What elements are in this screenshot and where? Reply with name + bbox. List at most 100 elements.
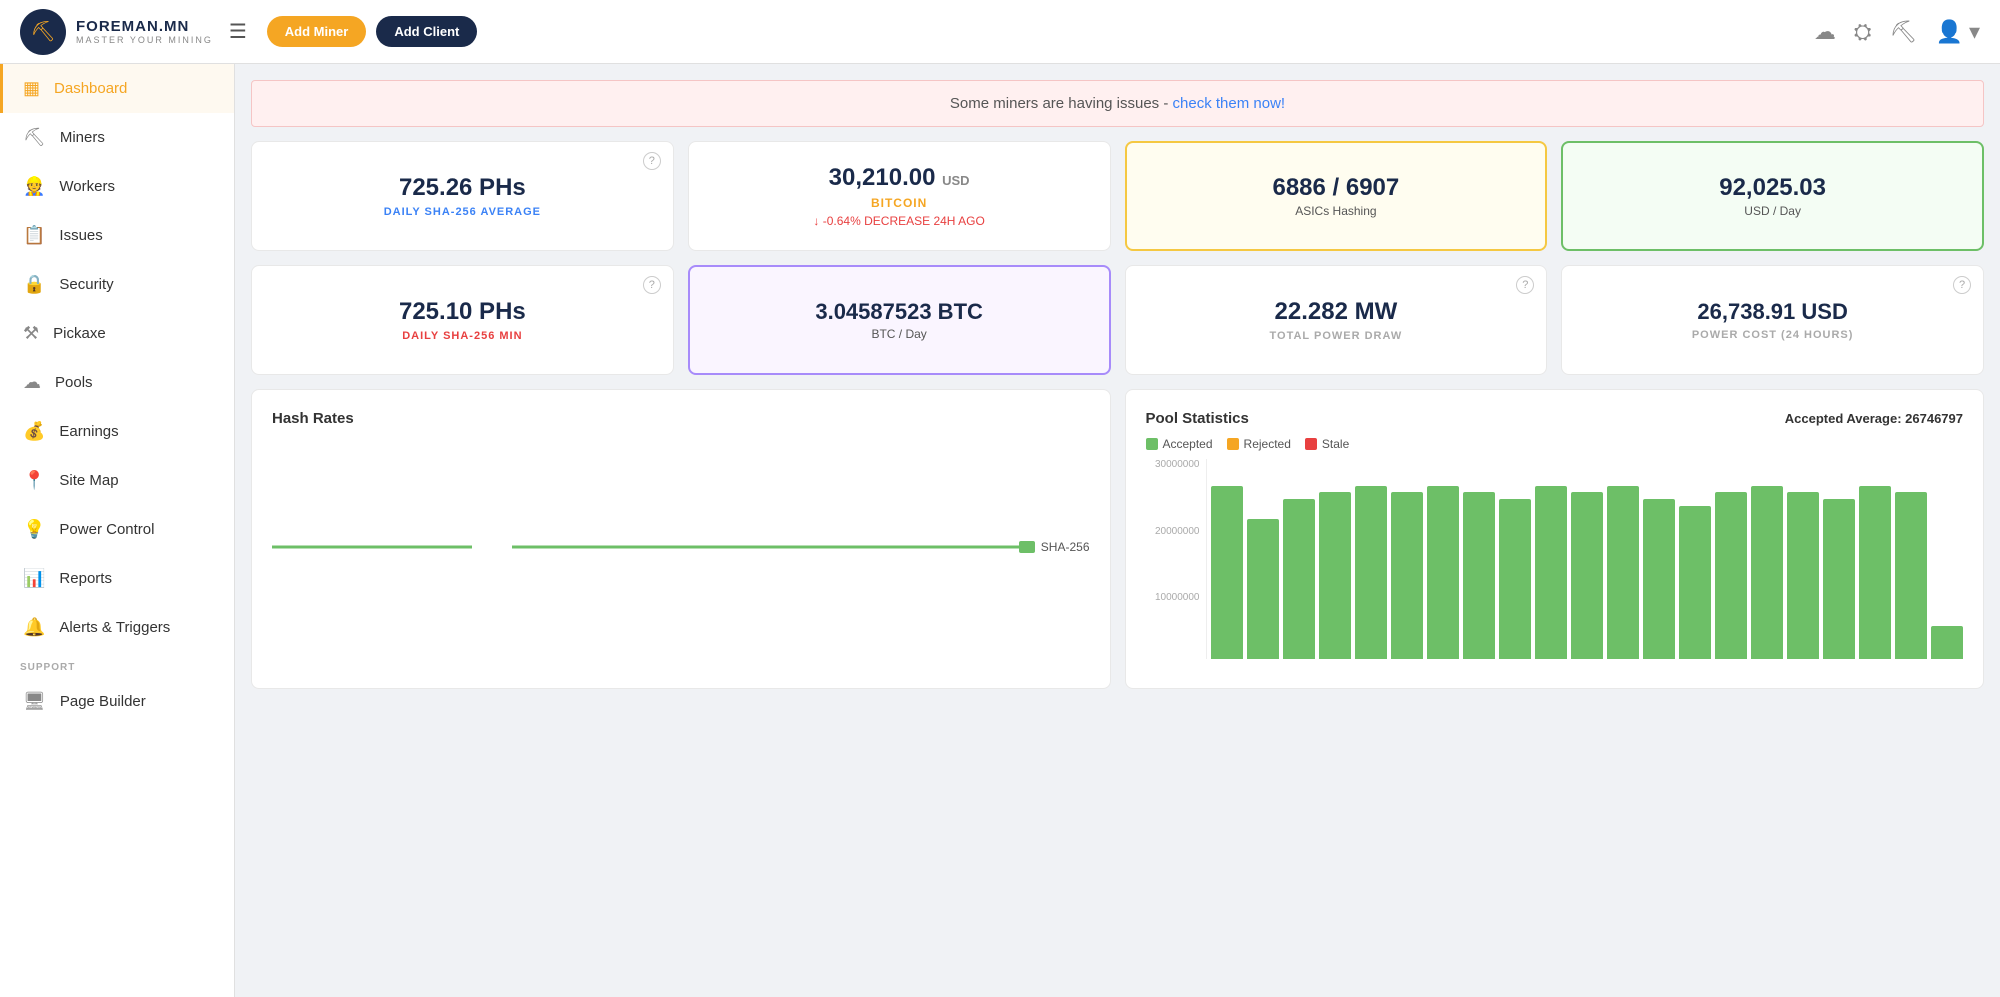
pool-bar-wrap [1535, 459, 1567, 659]
logo-icon: ⛏ [20, 9, 66, 55]
legend-accepted: Accepted [1146, 437, 1213, 451]
pool-chart-title: Pool Statistics [1146, 410, 1249, 427]
stats-grid: ? 725.26 PHs DAILY SHA-256 AVERAGE 30,21… [235, 127, 2000, 389]
accepted-avg-value: 26746797 [1905, 411, 1963, 426]
user-icon[interactable]: 👤 ▾ [1935, 19, 1980, 45]
pool-bar-wrap [1787, 459, 1819, 659]
sidebar-item-workers[interactable]: 👷 Workers [0, 162, 234, 211]
accepted-avg: Accepted Average: 26746797 [1785, 410, 1963, 428]
stat-card-bitcoin: 30,210.00 USD BITCOIN ↓ -0.64% DECREASE … [688, 141, 1111, 251]
hashrate-min-help-icon[interactable]: ? [643, 276, 661, 294]
pool-bar-wrap [1715, 459, 1747, 659]
legend-stale-label: Stale [1322, 437, 1349, 451]
sidebar-label-issues: Issues [59, 227, 102, 244]
power-icon: 💡 [23, 519, 45, 540]
logo-title: FOREMAN.MN [76, 18, 213, 35]
sidebar-item-page-builder[interactable]: 🖥 Page Builder [0, 677, 234, 726]
stat-card-power-cost: ? 26,738.91 USD POWER COST (24 HOURS) [1561, 265, 1984, 375]
usd-day-value: 92,025.03 [1719, 174, 1826, 202]
sidebar-item-pickaxe[interactable]: ⚒ Pickaxe [0, 309, 234, 358]
pool-bar [1643, 499, 1675, 659]
alert-message: Some miners are having issues - [950, 95, 1173, 112]
pool-bar-wrap [1463, 459, 1495, 659]
pool-bar-wrap [1427, 459, 1459, 659]
legend-rejected-label: Rejected [1244, 437, 1291, 451]
sidebar-item-earnings[interactable]: 💰 Earnings [0, 407, 234, 456]
pool-bar-wrap [1319, 459, 1351, 659]
dashboard-icon: ▦ [23, 78, 40, 99]
stat-card-power-draw: ? 22.282 MW TOTAL POWER DRAW [1125, 265, 1548, 375]
sidebar-label-alerts: Alerts & Triggers [59, 619, 170, 636]
pool-bar [1391, 492, 1423, 659]
sidebar-item-power-control[interactable]: 💡 Power Control [0, 505, 234, 554]
pool-bar [1895, 492, 1927, 659]
add-miner-button[interactable]: Add Miner [267, 16, 367, 47]
cloud-icon[interactable]: ☁ [1814, 19, 1836, 45]
stat-card-asics: 6886 / 6907 ASICs Hashing [1125, 141, 1548, 251]
reports-icon: 📊 [23, 568, 45, 589]
header: ⛏ FOREMAN.MN MASTER YOUR MINING ☰ Add Mi… [0, 0, 2000, 64]
pool-bar [1283, 499, 1315, 659]
pool-bar [1679, 506, 1711, 659]
add-client-button[interactable]: Add Client [376, 16, 477, 47]
pool-chart-area: 30000000 20000000 10000000 [1146, 459, 1964, 659]
asics-value: 6886 / 6907 [1272, 174, 1399, 202]
power-cost-value: 26,738.91 USD [1697, 299, 1847, 325]
pool-bar-wrap [1283, 459, 1315, 659]
y-label-20m: 20000000 [1146, 526, 1200, 537]
logo-text: FOREMAN.MN MASTER YOUR MINING [76, 18, 213, 45]
hashrate-label: DAILY SHA-256 AVERAGE [384, 206, 541, 218]
power-cost-help-icon[interactable]: ? [1953, 276, 1971, 294]
charts-section: Hash Rates SHA-256 Pool Statistics Acc [235, 389, 2000, 705]
sidebar-item-alerts[interactable]: 🔔 Alerts & Triggers [0, 603, 234, 652]
sitemap-icon: 📍 [23, 470, 45, 491]
filter-icon[interactable]: ⛭ [1854, 19, 1872, 45]
pool-bar [1211, 486, 1243, 659]
hamburger-icon[interactable]: ☰ [229, 19, 247, 44]
pool-bar-wrap [1391, 459, 1423, 659]
sidebar-label-reports: Reports [59, 570, 112, 587]
stat-card-hashrate: ? 725.26 PHs DAILY SHA-256 AVERAGE [251, 141, 674, 251]
sidebar-label-dashboard: Dashboard [54, 80, 127, 97]
pool-bar [1931, 626, 1963, 659]
sidebar-item-dashboard[interactable]: ▦ Dashboard [0, 64, 234, 113]
sidebar-item-pools[interactable]: ☁ Pools [0, 358, 234, 407]
pool-bar-wrap [1499, 459, 1531, 659]
power-draw-value: 22.282 MW [1275, 298, 1398, 326]
y-label-10m: 10000000 [1146, 592, 1200, 603]
stat-card-btc-day: 3.04587523 BTC BTC / Day [688, 265, 1111, 375]
miners-icon: ⛏ [23, 127, 46, 148]
power-cost-label: POWER COST (24 HOURS) [1692, 329, 1854, 341]
sidebar-label-earnings: Earnings [59, 423, 118, 440]
hashrate-help-icon[interactable]: ? [643, 152, 661, 170]
power-draw-help-icon[interactable]: ? [1516, 276, 1534, 294]
pool-bar [1463, 492, 1495, 659]
alert-link[interactable]: check them now! [1173, 95, 1286, 112]
pool-bars [1206, 459, 1964, 659]
pool-bar [1787, 492, 1819, 659]
pool-bar-wrap [1895, 459, 1927, 659]
sidebar-item-issues[interactable]: 📋 Issues [0, 211, 234, 260]
pools-icon: ☁ [23, 372, 41, 393]
power-draw-label: TOTAL POWER DRAW [1270, 330, 1403, 342]
alert-banner: Some miners are having issues - check th… [251, 80, 1984, 127]
sha256-legend-label: SHA-256 [1041, 540, 1090, 554]
main-layout: ▦ Dashboard ⛏ Miners 👷 Workers 📋 Issues … [0, 64, 2000, 997]
sidebar-item-security[interactable]: 🔒 Security [0, 260, 234, 309]
content-area: Some miners are having issues - check th… [235, 64, 2000, 997]
asics-label: ASICs Hashing [1295, 204, 1376, 218]
stat-card-usd-day: 92,025.03 USD / Day [1561, 141, 1984, 251]
pool-bar-wrap [1679, 459, 1711, 659]
pool-bar-wrap [1211, 459, 1243, 659]
sidebar-item-sitemap[interactable]: 📍 Site Map [0, 456, 234, 505]
y-label-30m: 30000000 [1146, 459, 1200, 470]
sidebar-item-reports[interactable]: 📊 Reports [0, 554, 234, 603]
pool-bar [1319, 492, 1351, 659]
legend-stale: Stale [1305, 437, 1349, 451]
pool-chart-header: Pool Statistics Accepted Average: 267467… [1146, 410, 1964, 437]
pool-bar-wrap [1643, 459, 1675, 659]
sidebar-item-miners[interactable]: ⛏ Miners [0, 113, 234, 162]
miner-icon[interactable]: ⛏ [1890, 19, 1918, 45]
hashrate-chart-card: Hash Rates SHA-256 [251, 389, 1111, 689]
sidebar-label-pickaxe: Pickaxe [53, 325, 106, 342]
